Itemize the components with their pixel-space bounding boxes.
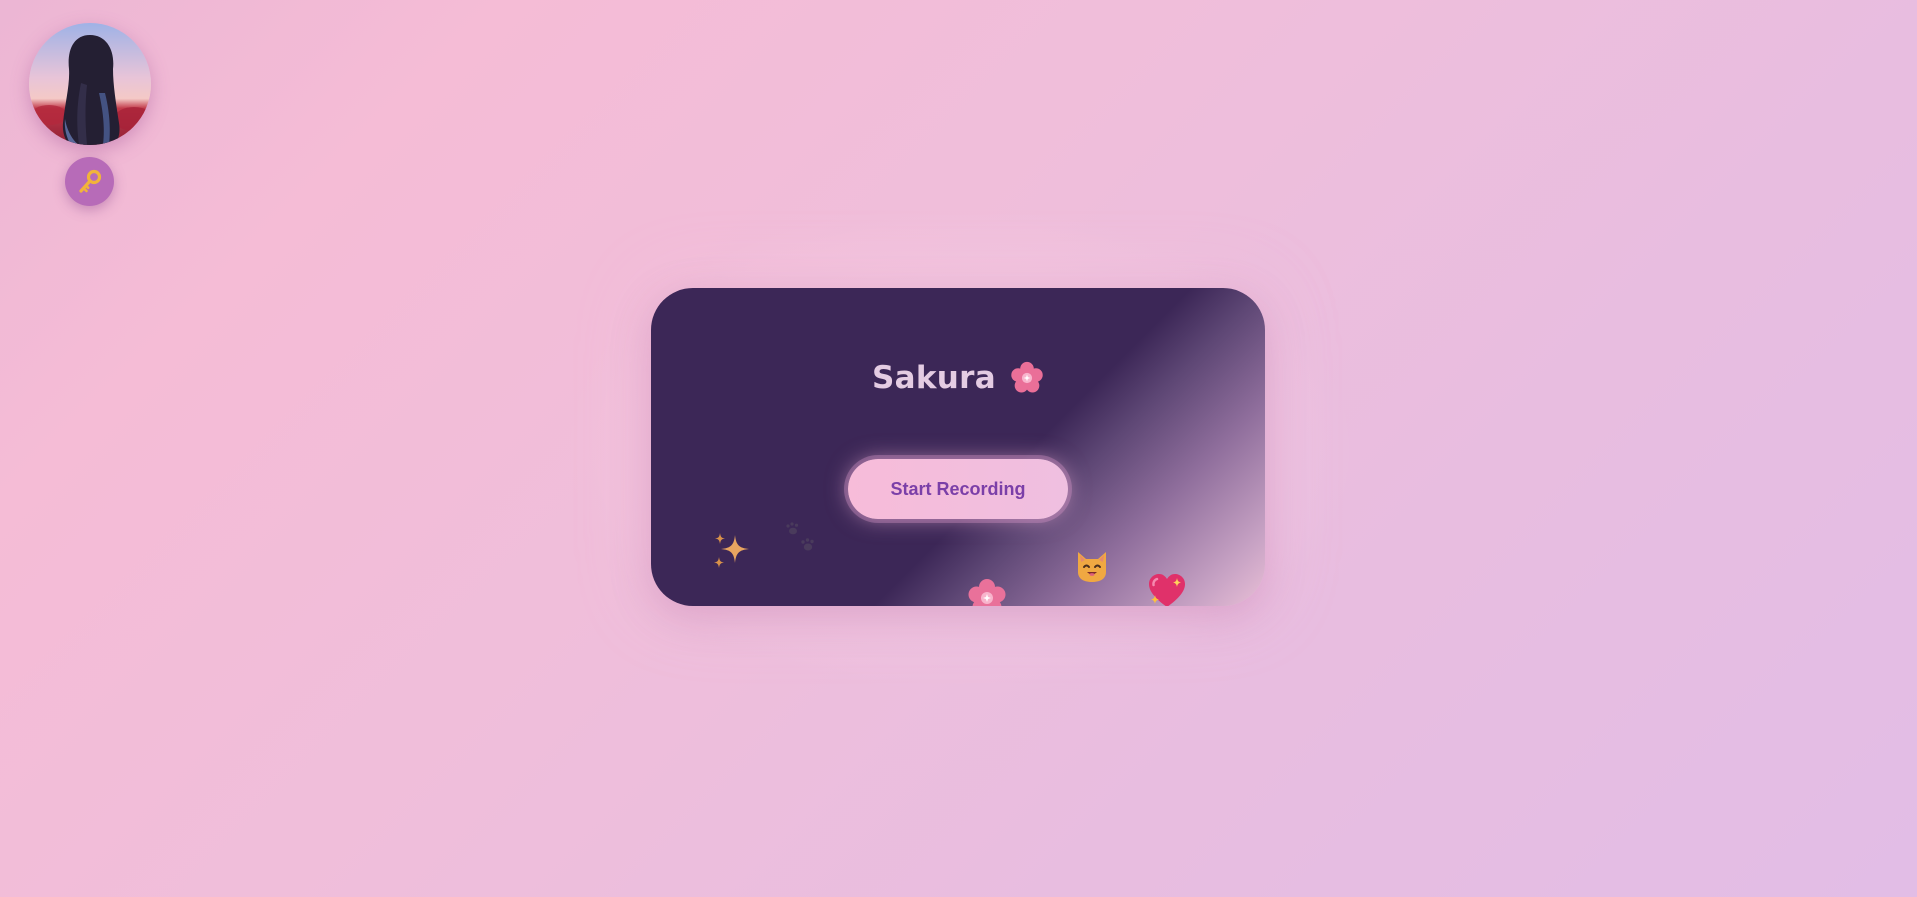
sparkles-icon [714, 533, 749, 568]
app-background: { "app": { "title": "Sakura" }, "header"… [0, 0, 1917, 897]
recording-card [651, 288, 1265, 606]
card-title-row: Sakura [651, 353, 1265, 403]
cat-face-icon [1078, 552, 1106, 582]
key-button[interactable] [65, 157, 114, 206]
paw-prints-icon [786, 522, 814, 551]
key-icon [78, 169, 101, 193]
avatar[interactable] [29, 23, 151, 145]
start-recording-button[interactable]: Start Recording [848, 459, 1068, 519]
cherry-blossom-icon [968, 579, 1006, 606]
avatar-image [29, 23, 151, 145]
page-title: Sakura [872, 360, 996, 396]
cherry-blossom-icon [1011, 361, 1043, 393]
sparkling-heart-icon [1149, 574, 1185, 606]
